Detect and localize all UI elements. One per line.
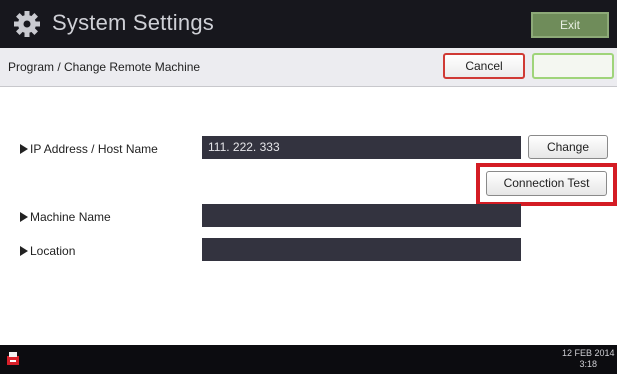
date-text: 12 FEB 2014 [562,348,615,358]
location-field[interactable] [202,238,521,261]
machine-name-field[interactable] [202,204,521,227]
ok-button[interactable] [532,53,614,79]
triangle-right-icon [20,246,28,256]
date-time: 12 FEB 2014 3:18 [562,348,615,370]
triangle-right-icon [20,144,28,154]
change-button[interactable]: Change [528,135,608,159]
location-label: Location [20,244,75,258]
machine-name-label-text: Machine Name [30,210,111,224]
app-title: System Settings [52,10,214,35]
screen-title: Program / Change Remote Machine [8,60,201,74]
status-bar: 12 FEB 2014 3:18 [0,345,617,374]
triangle-right-icon [20,212,28,222]
exit-button[interactable]: Exit [531,12,609,38]
location-label-text: Location [30,244,76,258]
title-bar: System Settings Exit [0,0,617,48]
ip-address-label-text: IP Address / Host Name [30,142,158,156]
connection-test-button[interactable]: Connection Test [486,171,607,196]
cancel-button[interactable]: Cancel [443,53,525,79]
ip-address-label: IP Address / Host Name [20,142,158,156]
gear-icon [14,11,40,37]
ip-address-field[interactable]: 111. 222. 333 [202,136,521,159]
machine-name-label: Machine Name [20,210,111,224]
time-text: 3:18 [579,359,598,369]
machine-status-icon[interactable] [6,351,20,367]
